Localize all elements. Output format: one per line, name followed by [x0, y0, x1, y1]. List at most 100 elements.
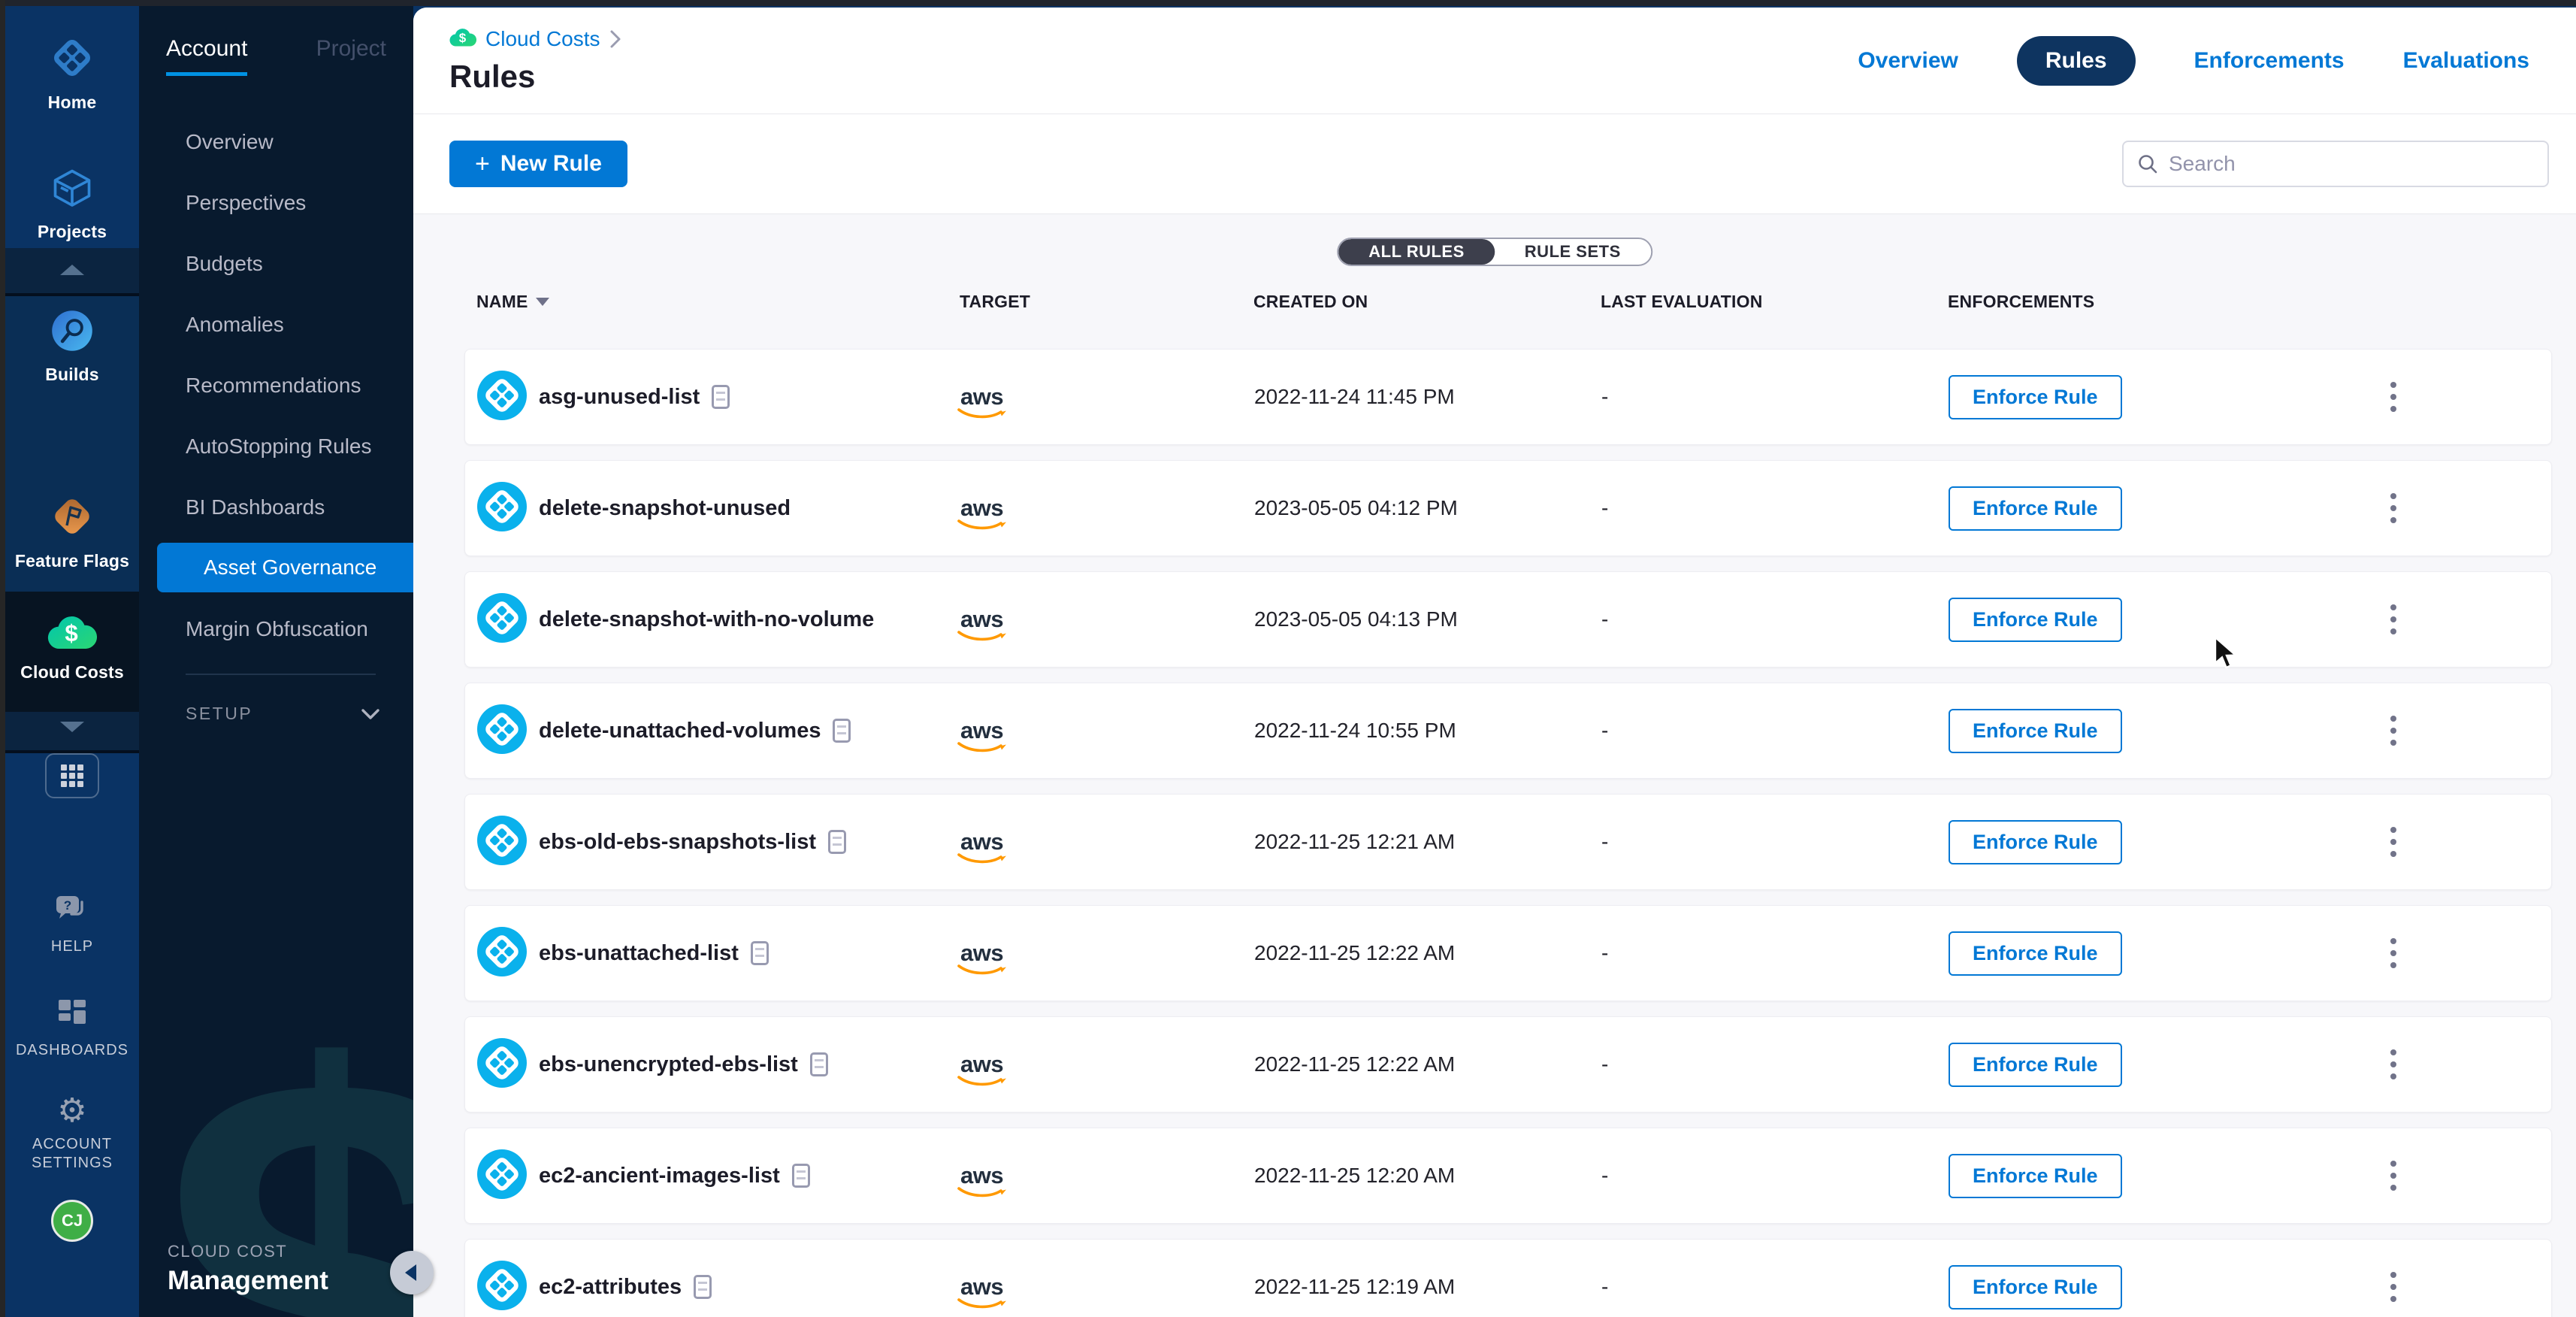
description-icon [828, 830, 846, 854]
sidebar-item-budgets[interactable]: Budgets [139, 233, 413, 294]
enforce-rule-button[interactable]: Enforce Rule [1949, 931, 2122, 976]
rule-target-label: aws [960, 717, 1003, 743]
aws-logo-icon: aws [960, 383, 1003, 410]
table-row[interactable]: delete-unattached-volumes aws 2022-11-24… [464, 683, 2552, 779]
table-header-row: NAME TARGET CREATED ON LAST EVALUATION E… [464, 292, 2552, 312]
rule-name-cell: delete-snapshot-unused [477, 482, 960, 535]
description-icon [792, 1164, 810, 1188]
rail-item-feature-flags[interactable]: Feature Flags [5, 493, 139, 571]
tab-evaluations[interactable]: Evaluations [2403, 48, 2529, 74]
table-row[interactable]: delete-snapshot-unused aws 2023-05-05 04… [464, 460, 2552, 556]
apps-grid-icon [61, 764, 83, 787]
row-menu-button[interactable] [2384, 598, 2402, 640]
rail-item-label: Cloud Costs [20, 662, 124, 683]
setup-section-toggle[interactable]: SETUP [186, 704, 380, 724]
column-header-name[interactable]: NAME [476, 292, 960, 312]
sidebar-collapse-button[interactable] [390, 1251, 434, 1294]
rule-name: delete-snapshot-unused [539, 496, 791, 521]
aws-logo-icon: aws [960, 828, 1003, 855]
rail-item-builds[interactable]: Builds [5, 308, 139, 385]
tab-account[interactable]: Account [166, 36, 247, 76]
sidebar-item-autostopping-rules[interactable]: AutoStopping Rules [139, 416, 413, 477]
window-left-edge [0, 0, 5, 1317]
table-row[interactable]: ebs-unencrypted-ebs-list aws 2022-11-25 … [464, 1016, 2552, 1113]
row-menu-button[interactable] [2384, 821, 2402, 863]
rules-table-body: asg-unused-list aws 2022-11-24 11:45 PM … [464, 349, 2552, 1317]
svg-text:?: ? [64, 898, 71, 913]
module-switcher-button[interactable] [45, 753, 99, 798]
toggle-all-rules[interactable]: ALL RULES [1338, 239, 1495, 265]
sidebar-item-bi-dashboards[interactable]: BI Dashboards [139, 477, 413, 537]
table-row[interactable]: ec2-attributes aws 2022-11-25 12:19 AM -… [464, 1239, 2552, 1317]
rule-target-cell: aws [960, 828, 1254, 855]
column-header-last-evaluation: LAST EVALUATION [1601, 292, 1948, 312]
table-row[interactable]: delete-snapshot-with-no-volume aws 2023-… [464, 571, 2552, 668]
rule-enforcements-cell: Enforce Rule [1949, 820, 2369, 864]
rule-created-on: 2022-11-25 12:19 AM [1254, 1275, 1601, 1299]
window-top-edge [0, 0, 2576, 6]
tab-project[interactable]: Project [316, 36, 386, 76]
svg-text:$: $ [65, 620, 77, 646]
enforce-rule-button[interactable]: Enforce Rule [1949, 709, 2122, 753]
enforce-rule-button[interactable]: Enforce Rule [1949, 598, 2122, 642]
row-menu-button[interactable] [2384, 1155, 2402, 1197]
main-panel: $ Cloud Costs Rules Overview Rules Enfor… [413, 8, 2576, 1317]
enforce-rule-button[interactable]: Enforce Rule [1949, 375, 2122, 419]
rail-item-account-settings[interactable]: ⚙ ACCOUNT SETTINGS [5, 1094, 139, 1173]
sidebar-item-margin-obfuscation[interactable]: Margin Obfuscation [139, 598, 413, 659]
search-input[interactable] [2169, 152, 2534, 176]
rail-item-dashboards[interactable]: DASHBOARDS [5, 997, 139, 1060]
enforce-rule-button[interactable]: Enforce Rule [1949, 1154, 2122, 1198]
sort-desc-icon [536, 298, 549, 306]
cloud-costs-icon: $ [47, 613, 97, 655]
row-menu-button[interactable] [2384, 1266, 2402, 1308]
rule-icon [477, 704, 527, 758]
rule-enforcements-cell: Enforce Rule [1949, 598, 2369, 642]
row-menu-button[interactable] [2384, 710, 2402, 752]
rail-collapse-up[interactable] [5, 265, 139, 275]
sidebar-item-overview[interactable]: Overview [139, 111, 413, 172]
row-menu-button[interactable] [2384, 376, 2402, 418]
table-row[interactable]: ec2-ancient-images-list aws 2022-11-25 1… [464, 1128, 2552, 1224]
rule-created-on: 2022-11-24 10:55 PM [1254, 719, 1601, 743]
enforce-rule-button[interactable]: Enforce Rule [1949, 486, 2122, 531]
row-menu-button[interactable] [2384, 1043, 2402, 1085]
rule-name: delete-snapshot-with-no-volume [539, 607, 874, 632]
sidebar-item-perspectives[interactable]: Perspectives [139, 172, 413, 233]
table-row[interactable]: asg-unused-list aws 2022-11-24 11:45 PM … [464, 349, 2552, 445]
rail-item-label: Feature Flags [15, 551, 129, 571]
enforce-rule-button[interactable]: Enforce Rule [1949, 820, 2122, 864]
sidebar-divider [186, 674, 376, 675]
harness-home-icon [49, 35, 95, 85]
page-title: Rules [449, 59, 535, 95]
row-menu-button[interactable] [2384, 932, 2402, 974]
new-rule-button[interactable]: + New Rule [449, 141, 627, 187]
enforce-rule-button[interactable]: Enforce Rule [1949, 1043, 2122, 1087]
chevron-left-icon [405, 1264, 416, 1281]
rail-item-projects[interactable]: Projects [5, 165, 139, 242]
rail-collapse-down[interactable] [5, 722, 139, 732]
rail-item-help[interactable]: ? HELP [5, 893, 139, 956]
rule-last-evaluation: - [1601, 1164, 1949, 1188]
rail-item-home[interactable]: Home [5, 35, 139, 113]
sidebar-item-anomalies[interactable]: Anomalies [139, 294, 413, 355]
rule-target-label: aws [960, 495, 1003, 521]
tab-overview[interactable]: Overview [1858, 48, 1958, 74]
rule-created-on: 2022-11-25 12:21 AM [1254, 830, 1601, 854]
sidebar-item-asset-governance[interactable]: Asset Governance [157, 543, 413, 592]
table-row[interactable]: ebs-old-ebs-snapshots-list aws 2022-11-2… [464, 794, 2552, 890]
breadcrumb-cloud-costs-link[interactable]: Cloud Costs [485, 27, 600, 51]
tab-rules[interactable]: Rules [2017, 36, 2136, 86]
tab-enforcements[interactable]: Enforcements [2194, 48, 2345, 74]
row-menu-button[interactable] [2384, 487, 2402, 529]
enforce-rule-button[interactable]: Enforce Rule [1949, 1265, 2122, 1309]
new-rule-label: New Rule [500, 151, 602, 177]
sidebar-item-recommendations[interactable]: Recommendations [139, 355, 413, 416]
column-header-target: TARGET [960, 292, 1253, 312]
user-avatar[interactable]: CJ [51, 1200, 93, 1242]
rule-enforcements-cell: Enforce Rule [1949, 931, 2369, 976]
rule-last-evaluation: - [1601, 496, 1949, 520]
toggle-rule-sets[interactable]: RULE SETS [1495, 239, 1651, 265]
rail-item-cloud-costs[interactable]: $ Cloud Costs [5, 613, 139, 683]
table-row[interactable]: ebs-unattached-list aws 2022-11-25 12:22… [464, 905, 2552, 1001]
